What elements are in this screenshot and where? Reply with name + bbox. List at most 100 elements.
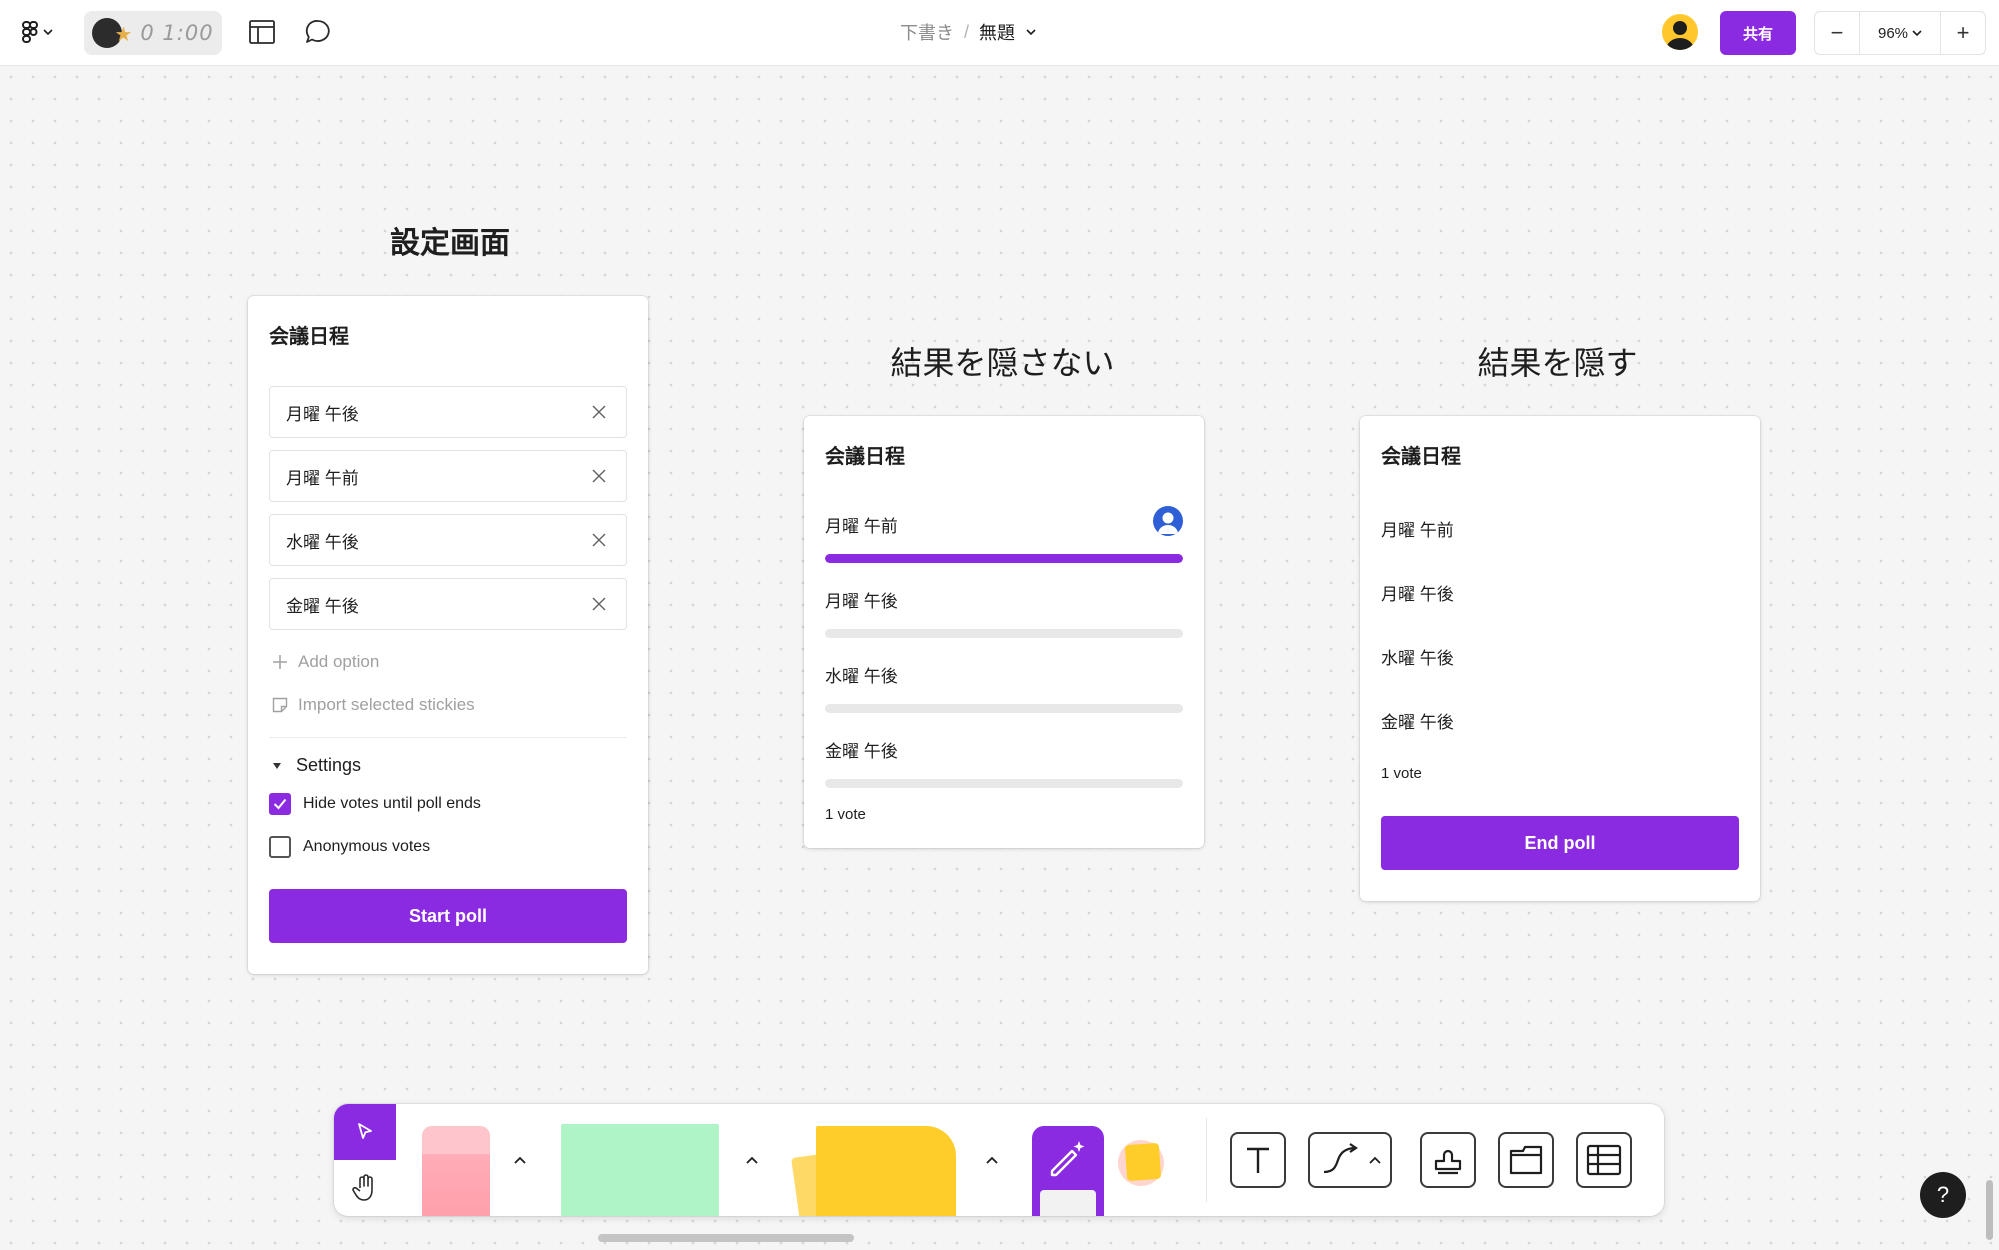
widgets-tool[interactable]: [1110, 1134, 1166, 1194]
poll-results-hidden-widget[interactable]: 会議日程 月曜 午前 月曜 午後 水曜 午後 金曜 午後 1 vote End …: [1360, 416, 1760, 901]
vertical-scrollbar[interactable]: [1986, 1180, 1993, 1240]
heading-results-visible[interactable]: 結果を隠さない: [840, 338, 1165, 384]
heading-settings[interactable]: 設定画面: [330, 218, 570, 262]
remove-option-button[interactable]: [588, 401, 610, 423]
breadcrumb: 下書き / 無題: [900, 14, 1037, 50]
import-stickies-button[interactable]: Import selected stickies: [272, 695, 475, 715]
poll-results-visible-widget[interactable]: 会議日程 月曜 午前 月曜 午後 水曜 午後 金曜 午後 1 vote: [804, 416, 1204, 848]
hide-votes-checkbox[interactable]: [269, 793, 291, 815]
vote-count: 1 vote: [1381, 765, 1422, 782]
hand-tool[interactable]: [334, 1160, 396, 1216]
poll-result-bar: [825, 554, 1183, 563]
person-icon: [1666, 21, 1694, 50]
horizontal-scrollbar[interactable]: [598, 1234, 854, 1242]
chevron-down-icon: [1912, 30, 1922, 37]
plus-icon: [273, 655, 287, 669]
section-tool[interactable]: [1498, 1132, 1554, 1188]
poll-option[interactable]: 水曜 午後: [1381, 644, 1454, 669]
comment-button[interactable]: [298, 14, 338, 50]
stamp-icon: [1434, 1149, 1462, 1175]
close-icon: [592, 405, 606, 419]
zoom-level-value: 96%: [1877, 24, 1909, 42]
chevron-down-icon[interactable]: [1025, 28, 1037, 36]
poll-result-row[interactable]: 水曜 午後: [825, 662, 1183, 713]
add-option-label: Add option: [298, 652, 380, 671]
remove-option-button[interactable]: [588, 465, 610, 487]
heading-results-hidden[interactable]: 結果を隠す: [1395, 338, 1720, 384]
person-icon: [1158, 512, 1178, 534]
sticky-note-tool[interactable]: [766, 1124, 956, 1216]
poll-title[interactable]: 会議日程: [825, 440, 905, 469]
timer-avatar: [92, 18, 132, 48]
remove-option-button[interactable]: [588, 593, 610, 615]
main-menu-button[interactable]: [14, 14, 60, 50]
connector-icon: [1323, 1143, 1358, 1174]
poll-result-label: 水曜 午後: [825, 667, 898, 686]
poll-option-field[interactable]: 金曜 午後: [269, 578, 627, 630]
poll-option-field[interactable]: 月曜 午前: [269, 450, 627, 502]
cursor-arrow-icon: [358, 1123, 372, 1139]
poll-setup-widget[interactable]: 会議日程 月曜 午後 月曜 午前 水曜 午後 金曜 午後 Add option …: [248, 296, 648, 974]
user-avatar[interactable]: [1662, 14, 1698, 50]
table-tool[interactable]: [1576, 1132, 1632, 1188]
poll-option-text: 金曜 午後: [286, 596, 359, 616]
text-icon: [1247, 1147, 1269, 1173]
end-poll-button[interactable]: End poll: [1381, 816, 1739, 870]
settings-toggle[interactable]: Settings: [272, 755, 361, 776]
sticky-note-icon: [272, 697, 288, 713]
poll-result-row[interactable]: 月曜 午前: [825, 506, 1183, 563]
stamp-tool[interactable]: [1420, 1132, 1476, 1188]
poll-result-bar: [825, 629, 1183, 638]
zoom-level-dropdown[interactable]: 96%: [1859, 12, 1941, 54]
import-stickies-label: Import selected stickies: [298, 695, 475, 714]
poll-option-field[interactable]: 月曜 午後: [269, 386, 627, 438]
remove-option-button[interactable]: [588, 529, 610, 551]
marker-tool[interactable]: [422, 1126, 490, 1216]
ai-tool[interactable]: [1032, 1126, 1104, 1216]
hide-votes-option[interactable]: Hide votes until poll ends: [269, 793, 481, 815]
poll-option-text: 月曜 午前: [286, 468, 359, 488]
poll-result-fill: [825, 554, 1183, 563]
marker-options-chevron[interactable]: [506, 1146, 534, 1174]
poll-option-field[interactable]: 水曜 午後: [269, 514, 627, 566]
zoom-controls: − 96% +: [1814, 11, 1986, 55]
chevron-up-icon: [986, 1156, 998, 1164]
share-button[interactable]: 共有: [1720, 11, 1796, 55]
poll-result-label: 月曜 午前: [825, 517, 898, 536]
poll-option[interactable]: 金曜 午後: [1381, 708, 1454, 733]
poll-option[interactable]: 月曜 午後: [1381, 580, 1454, 605]
close-icon: [592, 469, 606, 483]
start-poll-button[interactable]: Start poll: [269, 889, 627, 943]
poll-title[interactable]: 会議日程: [269, 320, 349, 349]
breadcrumb-drafts[interactable]: 下書き: [900, 19, 954, 45]
layout-button[interactable]: [242, 14, 282, 50]
select-tool[interactable]: [334, 1104, 396, 1160]
file-title[interactable]: 無題: [979, 19, 1015, 45]
figjam-logo-icon: [22, 21, 38, 43]
section-icon: [1509, 1145, 1543, 1175]
anonymous-votes-option[interactable]: Anonymous votes: [269, 836, 430, 858]
help-button[interactable]: ?: [1920, 1172, 1966, 1218]
shape-tool[interactable]: [561, 1124, 719, 1216]
add-option-button[interactable]: Add option: [272, 652, 379, 672]
zoom-out-button[interactable]: −: [1815, 12, 1859, 54]
layout-icon: [249, 20, 275, 44]
close-icon: [592, 533, 606, 547]
magic-pen-icon: [1050, 1141, 1085, 1177]
sticky-options-chevron[interactable]: [978, 1146, 1006, 1174]
close-icon: [592, 597, 606, 611]
poll-option[interactable]: 月曜 午前: [1381, 516, 1454, 541]
breadcrumb-separator: /: [964, 21, 970, 42]
shape-options-chevron[interactable]: [738, 1146, 766, 1174]
poll-result-row[interactable]: 金曜 午後: [825, 737, 1183, 788]
poll-option-text: 月曜 午後: [286, 404, 359, 424]
voter-avatar[interactable]: [1153, 506, 1183, 536]
poll-result-row[interactable]: 月曜 午後: [825, 587, 1183, 638]
poll-result-bar: [825, 704, 1183, 713]
poll-title[interactable]: 会議日程: [1381, 440, 1461, 469]
anonymous-votes-checkbox[interactable]: [269, 836, 291, 858]
timer-widget[interactable]: 0 1:00: [84, 11, 222, 55]
connector-tool[interactable]: [1308, 1132, 1392, 1188]
text-tool[interactable]: [1230, 1132, 1286, 1188]
zoom-in-button[interactable]: +: [1941, 12, 1985, 54]
